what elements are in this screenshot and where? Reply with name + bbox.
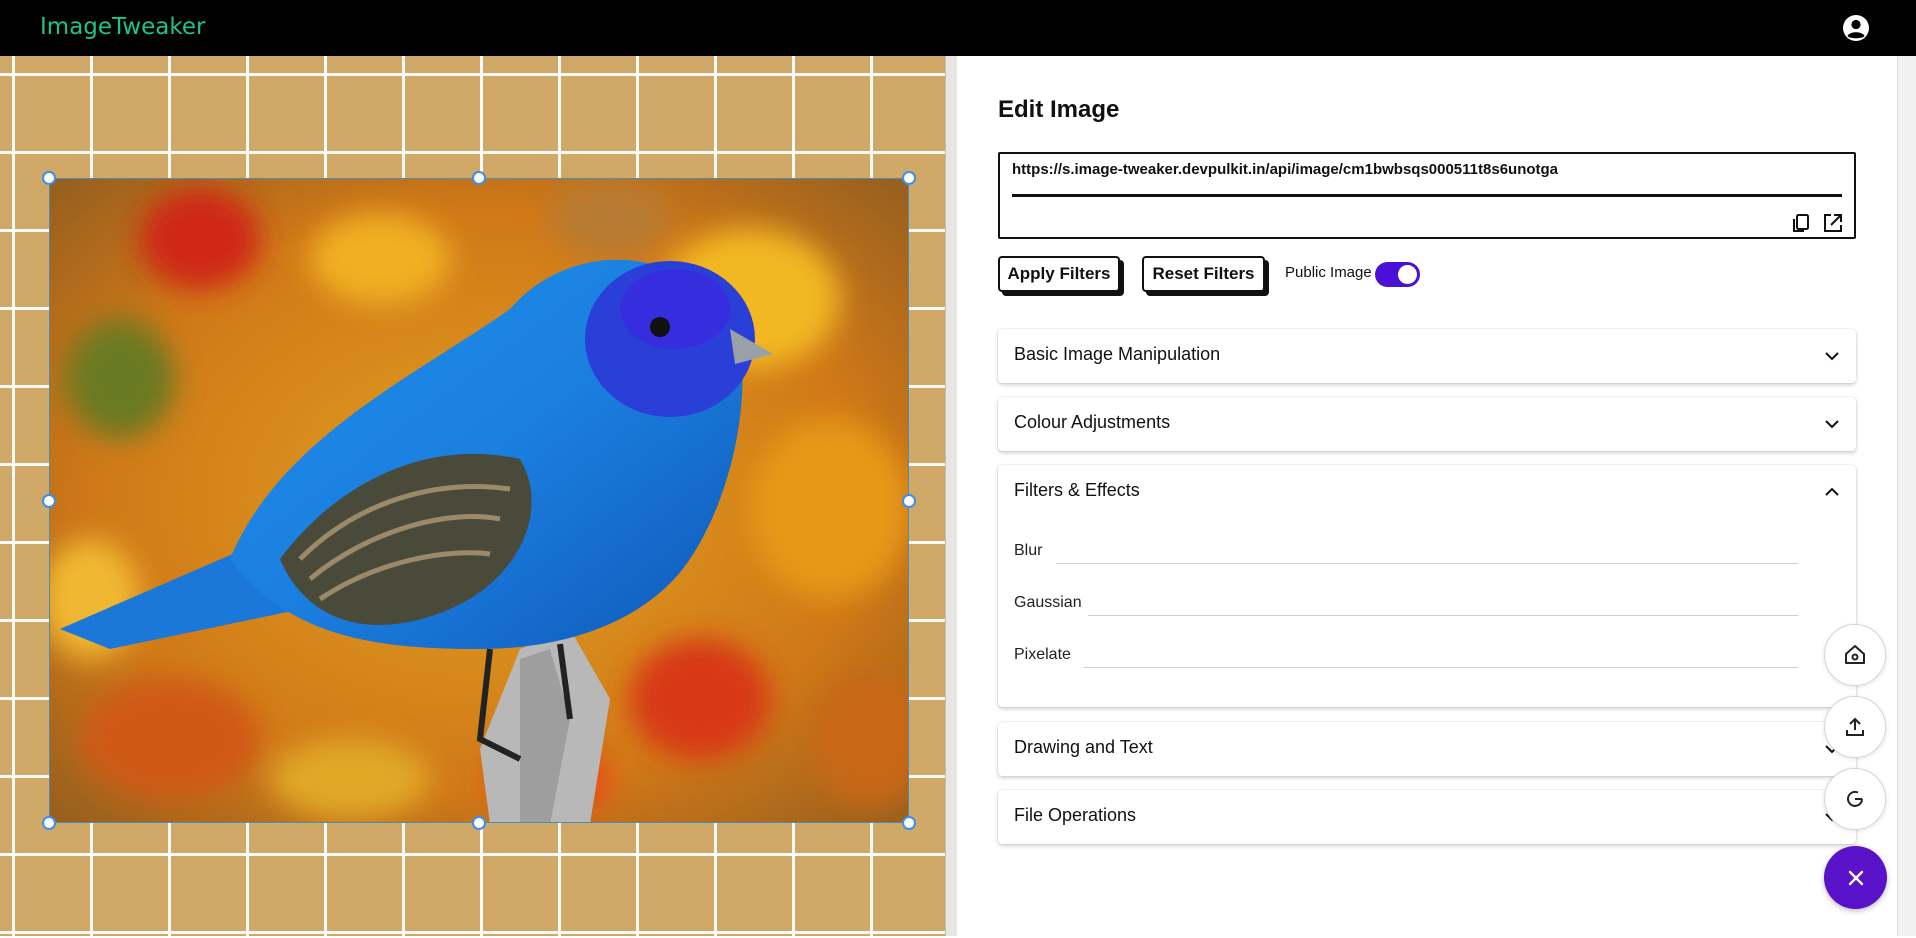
close-icon [1848,870,1863,885]
accordion-file-operations[interactable]: File Operations [998,790,1856,844]
resize-handle-left[interactable] [42,494,56,508]
apply-filters-button[interactable]: Apply Filters [998,256,1120,292]
gaussian-label: Gaussian [1014,594,1082,611]
accordion-colour-adjustments[interactable]: Colour Adjustments [998,397,1856,451]
chevron-up-icon[interactable] [1822,482,1842,502]
home-icon [1845,645,1865,664]
close-fab-button[interactable] [1824,846,1887,909]
public-image-toggle[interactable] [1375,262,1420,287]
accordion-title[interactable]: Basic Image Manipulation [1014,344,1220,365]
blur-label: Blur [1014,542,1043,559]
rotate-icon [1847,790,1863,807]
panel-scrollbar[interactable] [1897,56,1916,936]
resize-handle-top-right[interactable] [902,171,916,185]
top-app-bar: ImageTweaker [0,0,1916,56]
public-image-label: Public Image [1285,264,1372,281]
reset-filters-button[interactable]: Reset Filters [1142,256,1265,292]
accordion-title[interactable]: Drawing and Text [1014,737,1153,758]
accordion-title[interactable]: Colour Adjustments [1014,412,1170,433]
pixelate-label: Pixelate [1014,646,1071,663]
resize-handle-top-left[interactable] [42,171,56,185]
upload-fab-button[interactable] [1824,696,1886,758]
toggle-knob [1398,265,1417,284]
chevron-down-icon[interactable] [1822,346,1842,366]
home-fab-button[interactable] [1824,624,1886,686]
open-external-icon[interactable] [1822,212,1844,234]
bird-photo [50,179,908,822]
copy-icon[interactable] [1790,212,1812,234]
chevron-down-icon[interactable] [1822,414,1842,434]
account-circle-icon[interactable] [1842,14,1870,42]
pane-divider[interactable] [945,56,957,936]
accordion-filters-effects[interactable]: Filters & Effects Blur Gaussian Pixelate [998,465,1856,707]
url-field-underline [1012,194,1842,197]
image-preview[interactable] [49,178,909,823]
resize-handle-bottom-right[interactable] [902,816,916,830]
resize-handle-right[interactable] [902,494,916,508]
resize-handle-bottom[interactable] [472,816,486,830]
pixelate-slider[interactable] [1084,667,1798,668]
accordion-basic-image-manipulation[interactable]: Basic Image Manipulation [998,329,1856,383]
resize-handle-bottom-left[interactable] [42,816,56,830]
app-logo-title[interactable]: ImageTweaker [40,14,205,40]
resize-handle-top[interactable] [472,171,486,185]
accordion-title[interactable]: File Operations [1014,805,1136,826]
image-url-field[interactable]: https://s.image-tweaker.devpulkit.in/api… [998,152,1856,239]
image-url-text[interactable]: https://s.image-tweaker.devpulkit.in/api… [1012,161,1558,178]
gaussian-slider[interactable] [1088,615,1798,616]
blur-slider[interactable] [1056,563,1798,564]
accordion-drawing-text[interactable]: Drawing and Text [998,722,1856,776]
accordion-title[interactable]: Filters & Effects [1014,480,1140,501]
reset-fab-button[interactable] [1824,768,1886,830]
page-title: Edit Image [998,96,1120,123]
upload-icon [1846,717,1864,736]
